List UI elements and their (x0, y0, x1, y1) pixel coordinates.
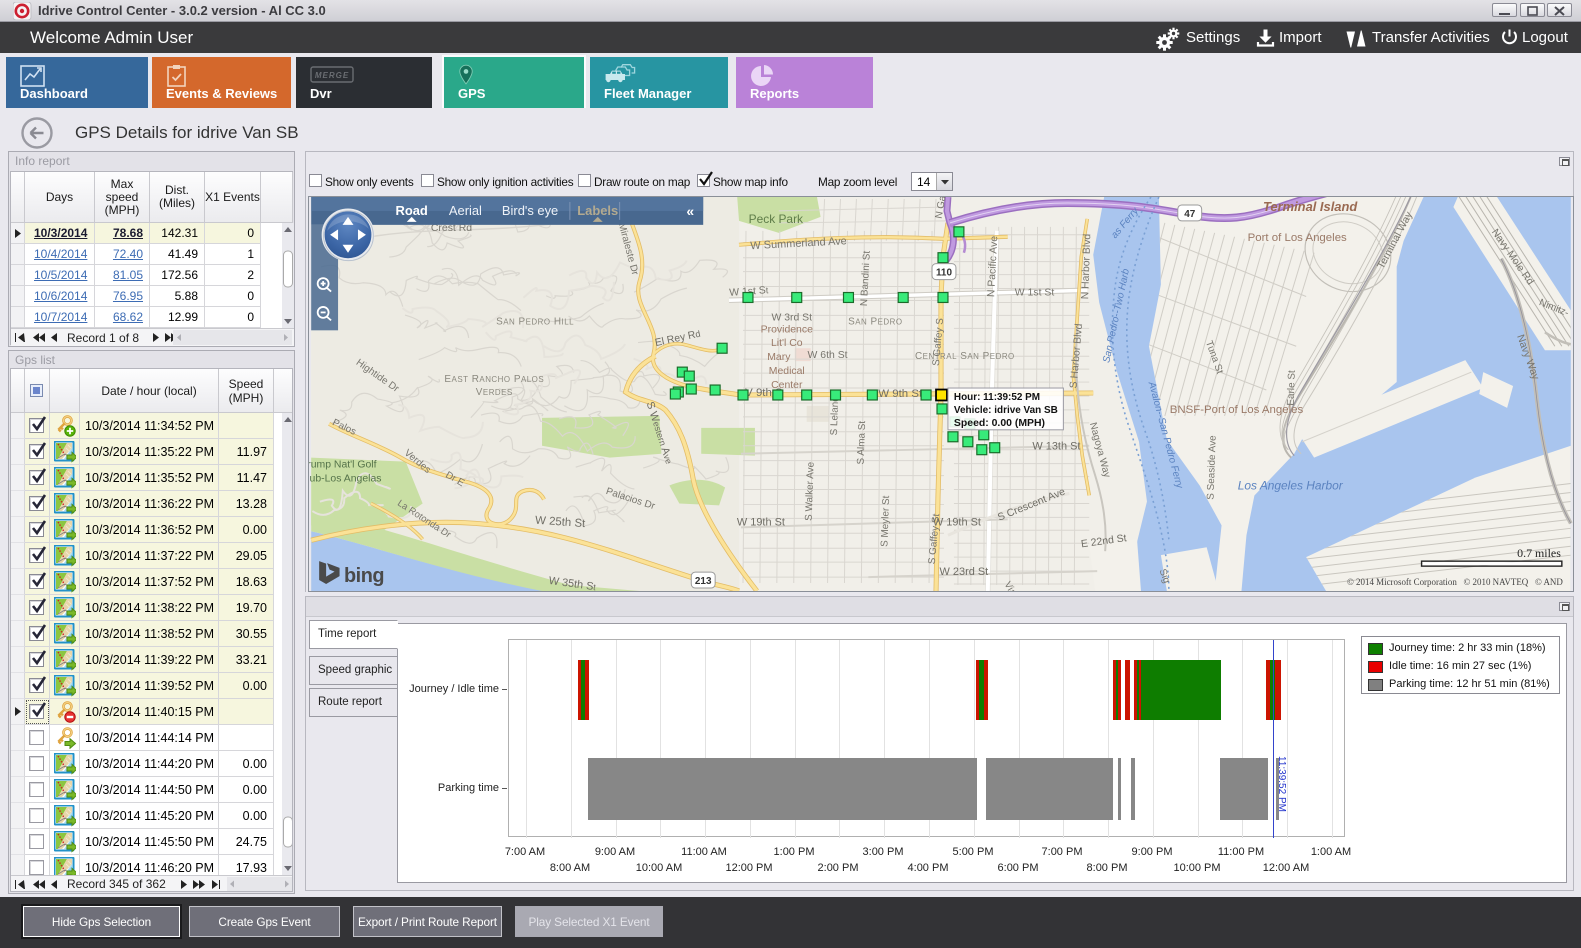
svg-text:Peck Park: Peck Park (749, 212, 803, 226)
svg-text:BNSF-Port of Los Angeles: BNSF-Port of Los Angeles (1170, 404, 1304, 416)
svg-text:W 19th St: W 19th St (737, 516, 785, 528)
svg-text:W 9th St: W 9th St (878, 388, 923, 400)
svg-text:© 2014 Microsoft Corporation: © 2014 Microsoft Corporation © 2010 NAVT… (1347, 577, 1563, 587)
svg-text:S Walker Ave: S Walker Ave (804, 461, 817, 521)
svg-text:CENTRAL SAN PEDRO: CENTRAL SAN PEDRO (915, 351, 1015, 362)
svg-text:SAN PEDRO: SAN PEDRO (848, 316, 902, 327)
svg-text:Mary: Mary (767, 352, 791, 363)
svg-text:S Meyler St: S Meyler St (879, 495, 892, 547)
svg-text:Los Angeles Harbor: Los Angeles Harbor (1238, 479, 1344, 493)
svg-text:S Alma St: S Alma St (856, 420, 869, 464)
svg-text:Hour: 11:39:52 PM: Hour: 11:39:52 PM (954, 392, 1040, 403)
svg-text:rump Nat'l Golf: rump Nat'l Golf (308, 460, 377, 471)
svg-text:Earle St: Earle St (1286, 370, 1298, 406)
svg-text:bing: bing (344, 565, 384, 587)
svg-text:S Seaside Ave: S Seaside Ave (1205, 435, 1218, 500)
svg-text:N Harbor Blvd: N Harbor Blvd (1080, 233, 1093, 299)
svg-text:213: 213 (695, 576, 712, 587)
svg-text:W 1st St: W 1st St (1015, 288, 1055, 299)
svg-text:Labels: Labels (577, 203, 618, 218)
svg-text:Lit'l Co: Lit'l Co (771, 338, 803, 349)
svg-text:lub-Los Angelas: lub-Los Angelas (308, 474, 381, 485)
svg-text:W 3rd St: W 3rd St (771, 312, 812, 323)
svg-text:SAN PEDRO HILL: SAN PEDRO HILL (496, 316, 574, 327)
svg-text:Speed: 0.00 (MPH): Speed: 0.00 (MPH) (954, 418, 1045, 429)
svg-text:W 23rd St: W 23rd St (940, 566, 989, 578)
svg-text:0.7 miles: 0.7 miles (1517, 546, 1561, 560)
svg-text:Port of Los Angeles: Port of Los Angeles (1248, 232, 1347, 244)
svg-text:110: 110 (936, 268, 953, 279)
svg-text:Providence: Providence (761, 324, 813, 335)
svg-text:Aerial: Aerial (449, 203, 482, 218)
svg-text:W 19th St: W 19th St (933, 516, 981, 528)
svg-text:47: 47 (1184, 209, 1196, 220)
svg-text:W 6th St: W 6th St (808, 350, 848, 361)
svg-text:«: « (686, 203, 694, 219)
svg-text:Road: Road (396, 203, 428, 218)
svg-text:VERDES: VERDES (476, 387, 513, 398)
svg-text:Terminal Island: Terminal Island (1263, 199, 1358, 214)
svg-text:W 13th St: W 13th St (1032, 441, 1080, 453)
svg-text:MERGE: MERGE (315, 71, 349, 80)
svg-text:Medical: Medical (769, 366, 805, 377)
svg-text:EAST RANCHO PALOS: EAST RANCHO PALOS (444, 374, 544, 385)
svg-text:Bird's eye: Bird's eye (502, 203, 558, 218)
svg-text:S Leland: S Leland (829, 396, 841, 436)
svg-text:Vehicle: idrive Van SB: Vehicle: idrive Van SB (954, 405, 1058, 416)
